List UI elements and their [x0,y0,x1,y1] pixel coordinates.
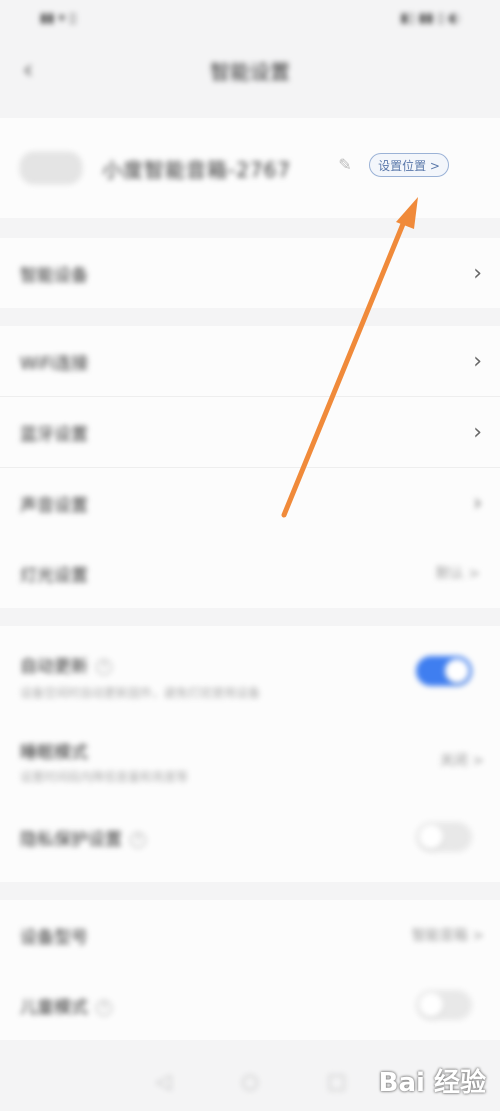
list-row-auto-update: 自动更新? 设备空闲时自动更新固件，避免打扰使用设备 [0,626,500,718]
section-2: WiFi连接 › 蓝牙设置 › 声音设置 › 灯光设置 默认 > [0,326,500,608]
section-4: 设备型号 智能音箱 > 儿童模式? [0,900,500,1040]
child-mode-toggle[interactable] [416,990,472,1020]
help-icon[interactable]: ? [130,831,146,848]
row-value-device-model: 智能音箱 > [411,928,484,944]
watermark: Bai 经验 [378,1068,486,1098]
help-icon[interactable]: ? [96,999,112,1016]
back-nav-icon[interactable]: ◁ [151,1069,175,1093]
list-row-sleep-mode[interactable]: 睡眠模式 设置时间段内降低音量和亮度等 关闭 > [0,718,500,802]
recent-apps-icon[interactable]: □ [325,1069,349,1093]
nav-bar: ‹ 智能设置 [0,40,500,100]
edit-icon[interactable]: ✎ [336,156,354,174]
row-label-sleep-mode: 睡眠模式 [20,743,88,763]
row-label-sound: 声音设置 [20,495,88,516]
section-1: 智能设备 › [0,238,500,308]
chevron-right-icon: › [473,348,482,374]
row-sub-sleep-mode: 设置时间段内降低音量和亮度等 [20,770,189,784]
row-label-child-mode: 儿童模式? [20,993,112,1018]
row-label-bluetooth: 蓝牙设置 [20,424,88,445]
list-row-smart-device[interactable]: 智能设备 › [0,238,500,308]
set-location-button[interactable]: 设置位置 > [369,153,449,177]
list-row-wifi[interactable]: WiFi连接 › [0,326,500,396]
row-label-auto-update: 自动更新? [20,652,112,677]
row-label-privacy: 隐私保护设置? [20,825,146,850]
page-title: 智能设置 [210,59,290,84]
row-label-wifi: WiFi连接 [20,353,89,374]
back-arrow-icon[interactable]: ‹ [18,55,38,85]
list-row-sound[interactable]: 声音设置 › [0,468,500,538]
section-3: 自动更新? 设备空闲时自动更新固件，避免打扰使用设备 睡眠模式 设置时间段内降低… [0,626,500,882]
status-left: ▮▮ ▾ ▯ [40,10,77,26]
chevron-right-icon: › [473,419,482,445]
list-row-light[interactable]: 灯光设置 默认 > [0,538,500,608]
status-bar: ▮▮ ▾ ▯ ▮▯ ▮▮ ▯ ◐ [0,0,500,36]
privacy-toggle[interactable] [416,822,472,852]
auto-update-toggle[interactable] [416,656,472,686]
chevron-right-icon: › [473,490,482,516]
list-row-device-model[interactable]: 设备型号 智能音箱 > [0,900,500,970]
chevron-right-icon: › [473,260,482,286]
device-name: 小度智能音箱-2767 [102,158,292,182]
device-card: 小度智能音箱-2767 ✎ 设置位置 > [0,118,500,218]
status-right: ▮▯ ▮▮ ▯ ◐ [400,10,460,26]
list-row-privacy: 隐私保护设置? [0,802,500,872]
list-row-bluetooth[interactable]: 蓝牙设置 › [0,397,500,467]
row-label-smart-device: 智能设备 [20,265,88,286]
row-label-device-model: 设备型号 [20,927,88,948]
list-row-child-mode: 儿童模式? [0,970,500,1040]
row-label-light: 灯光设置 [20,565,88,586]
help-icon[interactable]: ? [96,659,112,675]
row-sub-auto-update: 设备空闲时自动更新固件，避免打扰使用设备 [20,686,261,700]
home-nav-icon[interactable]: ○ [238,1069,262,1093]
row-value-light: 默认 > [435,566,480,582]
row-value-sleep-mode: 关闭 > [439,753,484,769]
device-icon [20,152,82,184]
